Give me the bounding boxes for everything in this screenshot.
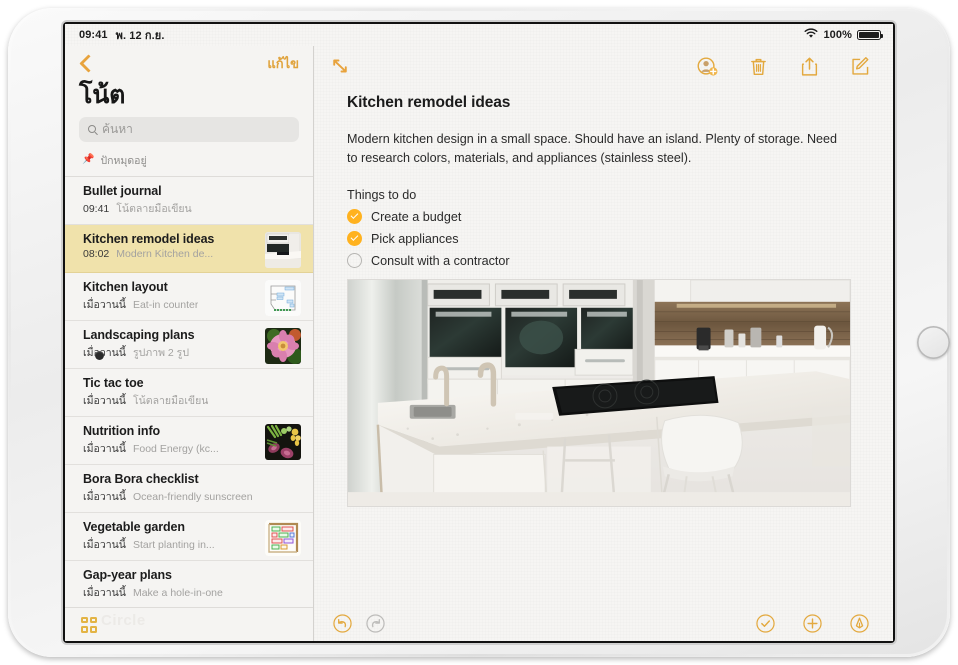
note-list-item[interactable]: Nutrition info เมื่อวานนี้ Food Energy (kc… (65, 417, 313, 465)
note-item-time: 09:41 (83, 202, 110, 215)
search-input[interactable]: ค้นหา (79, 116, 299, 142)
checkbox-checked-icon[interactable] (347, 231, 362, 247)
todo-item[interactable]: Pick appliances (347, 231, 871, 247)
back-chevron-icon[interactable] (79, 53, 98, 73)
note-item-time: เมื่อวานนี้ (83, 490, 126, 503)
status-bar: 09:41 พ. 12 ก.ย. 100% (65, 24, 893, 46)
note-item-title: Kitchen layout (83, 279, 168, 294)
note-item-thumbnail (265, 327, 301, 364)
note-item-thumbnail (265, 231, 301, 268)
note-list-item[interactable]: Bora Bora checklist เมื่อวานนี้ Ocean-frie… (65, 465, 313, 513)
kitchen-photo[interactable] (347, 279, 851, 508)
checklist-icon[interactable] (756, 613, 775, 633)
home-button[interactable] (917, 326, 950, 359)
note-item-snippet: Ocean-friendly sunscreen (132, 490, 253, 503)
note-title: Kitchen remodel ideas (347, 94, 511, 111)
note-content[interactable]: Kitchen remodel ideas Modern kitchen des… (315, 86, 893, 605)
todo-label: Pick appliances (371, 231, 459, 246)
note-list-item[interactable]: Kitchen remodel ideas 08:02 Modern Kitchen… (65, 224, 313, 273)
note-item-thumbnail (265, 279, 301, 316)
pinned-label: ปักหมุดอยู่ (100, 154, 147, 167)
grid-gallery-icon[interactable] (81, 616, 97, 633)
compose-icon[interactable] (850, 56, 871, 77)
note-list-item[interactable]: Bullet journal 09:41 โน้ตลายมือเขียน (65, 177, 313, 225)
note-paragraph: Modern kitchen design in a small space. … (347, 132, 838, 166)
battery-percent: 100% (823, 29, 852, 41)
note-item-snippet: Make a hole-in-one (132, 586, 223, 599)
battery-full-icon (857, 30, 884, 40)
note-item-title: Gap-year plans (83, 567, 172, 582)
wifi-icon (804, 28, 818, 42)
page-title: โน้ต (79, 81, 126, 109)
ipad-device: 09:41 พ. 12 ก.ย. 100% แก้ไข โน้ต ค้นหา 📌… (8, 8, 950, 657)
markup-pen-icon[interactable] (850, 613, 869, 633)
note-item-thumbnail (265, 423, 301, 460)
note-bottom-toolbar (315, 605, 893, 641)
note-list-item[interactable]: Gap-year plans เมื่อวานนี้ Make a hole-in-… (65, 561, 313, 607)
todo-label: Create a budget (371, 209, 462, 224)
note-item-title: Bullet journal (83, 183, 162, 198)
note-item-title: Vegetable garden (83, 519, 185, 534)
todo-label: Consult with a contractor (371, 253, 510, 268)
note-item-snippet: Food Energy (kc... (132, 442, 219, 455)
note-detail-pane: Kitchen remodel ideas Modern kitchen des… (315, 46, 893, 641)
share-icon[interactable] (799, 56, 820, 77)
expand-arrows-icon[interactable] (331, 57, 349, 75)
undo-icon[interactable] (333, 613, 352, 633)
note-item-title: Bora Bora checklist (83, 471, 199, 486)
plus-icon[interactable] (803, 613, 822, 633)
todo-list[interactable]: Create a budget Pick appliances Consult wi… (347, 209, 871, 269)
note-item-time: เมื่อวานนี้ (83, 442, 126, 455)
note-item-thumbnail (265, 519, 301, 556)
todo-heading: Things to do (347, 188, 417, 203)
pinned-section-header: 📌 ปักหมุดอยู่ (79, 149, 299, 176)
note-item-time: 08:02 (83, 247, 110, 260)
note-list-item[interactable]: Tic tac toe เมื่อวานนี้ โน้ตลายมือเขียน (65, 369, 313, 417)
todo-item[interactable]: Create a budget (347, 209, 871, 225)
note-item-snippet: Eat-in counter (132, 298, 199, 311)
todo-item[interactable]: Consult with a contractor (347, 253, 871, 269)
note-toolbar (315, 46, 893, 86)
note-item-title: Nutrition info (83, 423, 161, 438)
status-time: 09:41 (79, 29, 108, 41)
add-person-icon[interactable] (697, 56, 718, 77)
note-item-title: Tic tac toe (83, 375, 144, 390)
note-list-item[interactable]: Landscaping plans เมื่อวานนี้ รูปภาพ 2 รูป (65, 321, 313, 369)
note-item-snippet: โน้ตลายมือเขียน (116, 202, 192, 215)
note-item-time: เมื่อวานนี้ (83, 586, 126, 599)
note-item-title: Kitchen remodel ideas (83, 231, 215, 246)
ipad-screen: 09:41 พ. 12 ก.ย. 100% แก้ไข โน้ต ค้นหา 📌… (65, 24, 893, 641)
note-item-snippet: Modern Kitchen de... (116, 247, 214, 260)
note-item-title: Landscaping plans (83, 327, 195, 342)
note-item-time: เมื่อวานนี้ (83, 346, 126, 359)
sidebar-footer (65, 607, 313, 641)
note-list-item[interactable]: Kitchen layout เมื่อวานนี้ Eat-in counter (65, 273, 313, 321)
checkbox-checked-icon[interactable] (347, 209, 362, 225)
trash-icon[interactable] (748, 56, 769, 77)
note-item-time: เมื่อวานนี้ (83, 394, 126, 407)
note-item-snippet: รูปภาพ 2 รูป (132, 346, 189, 359)
edit-button[interactable]: แก้ไข (267, 53, 299, 74)
note-list-item[interactable]: Vegetable garden เมื่อวานนี้ Start plantin… (65, 513, 313, 561)
note-item-time: เมื่อวานนี้ (83, 298, 126, 311)
note-list[interactable]: Bullet journal 09:41 โน้ตลายมือเขียน Kitche… (65, 175, 313, 607)
search-icon (88, 125, 96, 134)
note-item-time: เมื่อวานนี้ (83, 538, 126, 551)
redo-icon (366, 613, 385, 633)
checkbox-unchecked-icon[interactable] (347, 253, 362, 269)
front-camera (95, 351, 104, 360)
pin-icon: 📌 (82, 154, 95, 166)
note-item-snippet: Start planting in... (132, 538, 215, 551)
note-item-snippet: โน้ตลายมือเขียน (132, 394, 209, 407)
notes-sidebar: แก้ไข โน้ต ค้นหา 📌 ปักหมุดอยู่ Bullet jo… (65, 46, 314, 641)
search-placeholder: ค้นหา (102, 121, 133, 136)
status-date: พ. 12 ก.ย. (115, 30, 165, 42)
